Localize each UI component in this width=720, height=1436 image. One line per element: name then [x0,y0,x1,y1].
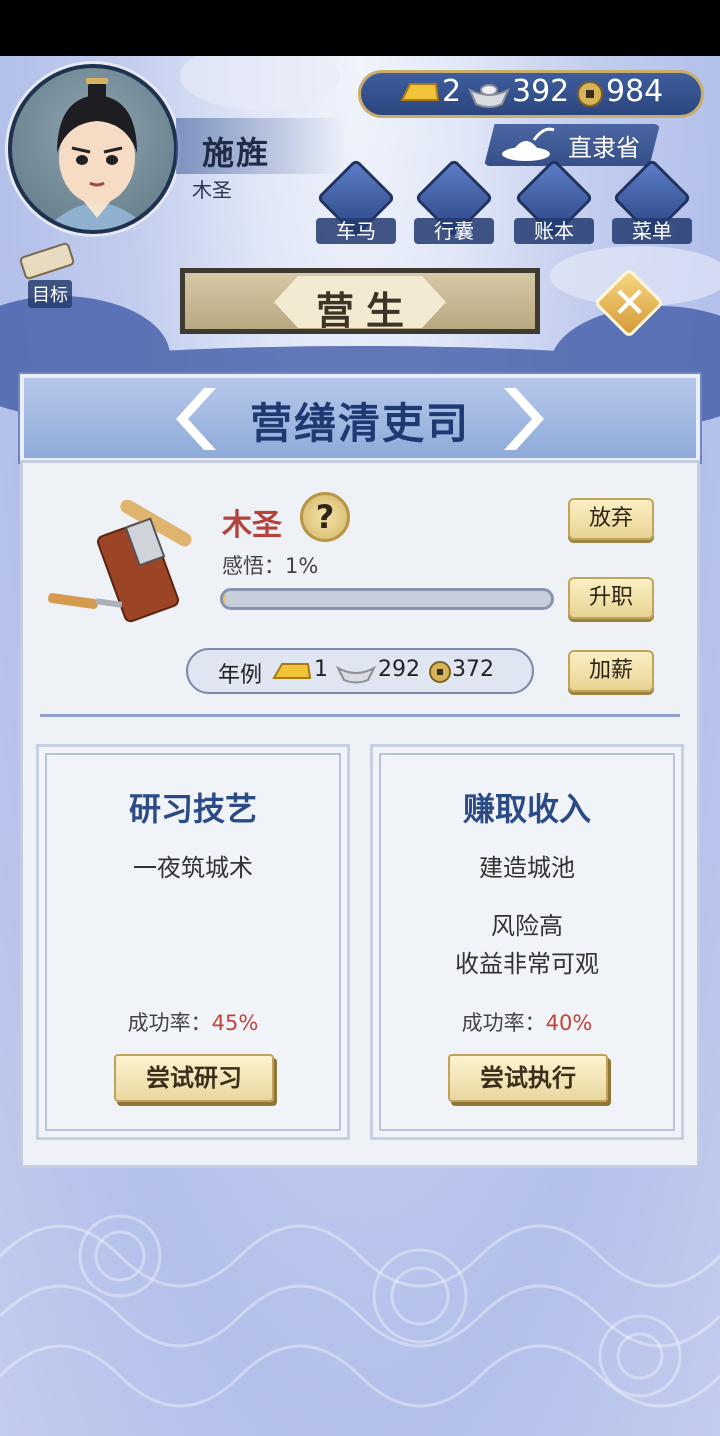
silver-ingot-icon [336,665,376,684]
study-card-title: 研习技艺 [128,790,257,828]
try-study-button[interactable]: 尝试研习 [114,1054,274,1102]
player-name: 施旌 [202,134,271,172]
insight-value: 1% [285,554,319,578]
earn-card-task: 建造城池 [479,854,575,882]
try-execute-button[interactable]: 尝试执行 [448,1054,608,1102]
copper-coin-icon [429,661,451,683]
banner-title: 营生 [316,289,417,333]
earn-card-title: 赚取收入 [462,790,591,828]
nav-label: 菜单 [612,218,692,244]
nav-bag-button[interactable]: 行囊 [414,158,494,248]
nav-ledger-button[interactable]: 账本 [514,158,594,248]
insight-text: 感悟：1% [222,550,318,580]
salary-silver: 292 [378,657,420,682]
salary-label: 年例 [218,663,263,688]
earn-card-reward: 收益非常可观 [455,950,599,978]
player-avatar[interactable] [8,64,178,234]
hat-icon [502,127,555,161]
rate-value: 40% [545,1011,593,1035]
gold-ingot-icon [272,663,312,679]
gold-ingot-icon [400,83,440,101]
rate-label: 成功率： [127,1011,212,1035]
abandon-button[interactable]: 放弃 [568,498,654,540]
nav-menu-button[interactable]: 菜单 [612,158,692,248]
study-card-skill: 一夜筑城术 [133,854,253,882]
wood-plane-icon [48,500,192,623]
player-title: 木圣 [192,178,232,202]
silver-ingot-icon [468,84,510,108]
nav-label: 行囊 [414,218,494,244]
divider [40,714,680,717]
salary-coins: 372 [452,657,494,682]
office-title: 营缮清吏司 [249,399,470,448]
nav-label: 账本 [514,218,594,244]
nav-carriage-button[interactable]: 车马 [316,158,396,248]
gold-count: 2 [442,74,462,109]
raise-salary-button[interactable]: 加薪 [568,650,654,692]
goal-label[interactable]: 目标 [28,280,72,308]
insight-progress-bar [220,588,554,610]
help-icon[interactable]: ? [300,492,350,542]
scroll-icon[interactable] [14,240,84,284]
earn-card-risk: 风险高 [491,912,563,940]
coin-count: 984 [606,74,664,109]
nav-label: 车马 [316,218,396,244]
insight-progress-fill [223,591,227,607]
close-icon[interactable]: ✕ [612,278,647,327]
rate-value: 45% [211,1011,259,1035]
silver-count: 392 [512,74,570,109]
study-success-rate: 成功率：45% [36,1007,350,1037]
copper-coin-icon [577,81,603,107]
job-name: 木圣 [222,508,282,543]
rate-label: 成功率： [461,1011,546,1035]
location-name: 直隶省 [568,134,640,162]
insight-label: 感悟： [222,554,285,578]
earn-success-rate: 成功率：40% [370,1007,684,1037]
status-bar [0,0,720,56]
promote-button[interactable]: 升职 [568,577,654,619]
salary-gold: 1 [314,657,328,682]
